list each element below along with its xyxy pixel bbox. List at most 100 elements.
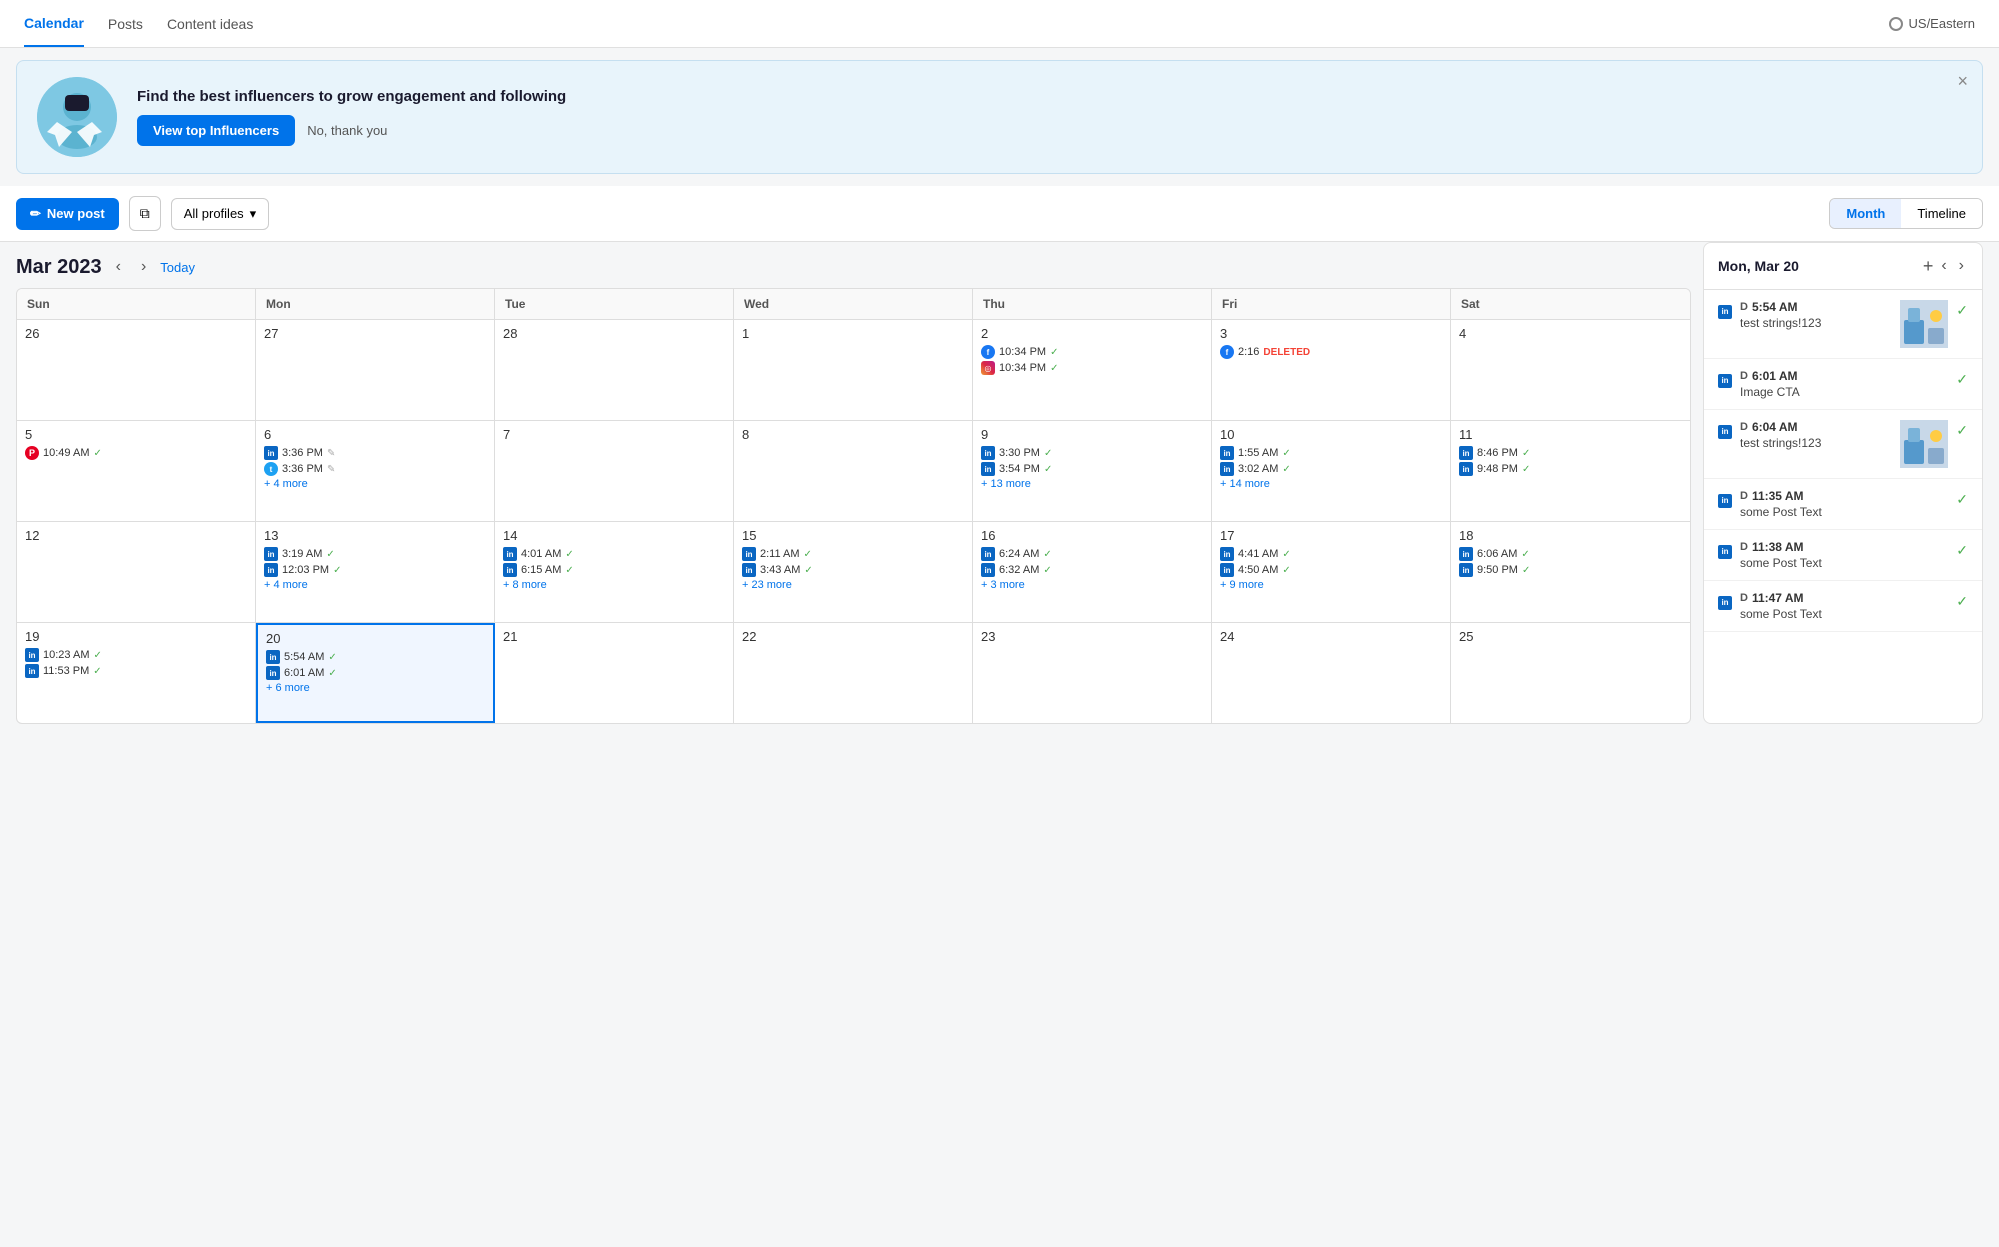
cal-cell-12[interactable]: 12 [17, 522, 256, 622]
event-19-1[interactable]: in 10:23 AM ✓ [25, 648, 247, 662]
more-link-14[interactable]: + 8 more [503, 579, 725, 591]
cal-cell-22[interactable]: 22 [734, 623, 973, 723]
more-link-16[interactable]: + 3 more [981, 579, 1203, 591]
event-6-2[interactable]: t 3:36 PM ✎ [264, 462, 486, 476]
cal-cell-24[interactable]: 24 [1212, 623, 1451, 723]
event-6-1[interactable]: in 3:36 PM ✎ [264, 446, 486, 460]
cal-cell-2[interactable]: 2 f 10:34 PM ✓ ◎ 10:34 PM ✓ [973, 320, 1212, 420]
next-day-button[interactable]: › [1955, 255, 1968, 277]
timeline-view-button[interactable]: Timeline [1901, 199, 1982, 228]
cal-cell-14[interactable]: 14 in 4:01 AM ✓ in 6:15 AM ✓ + 8 more [495, 522, 734, 622]
linkedin-icon: in [981, 446, 995, 460]
cal-cell-23[interactable]: 23 [973, 623, 1212, 723]
decline-button[interactable]: No, thank you [307, 123, 387, 138]
event-14-1[interactable]: in 4:01 AM ✓ [503, 547, 725, 561]
more-link-17[interactable]: + 9 more [1220, 579, 1442, 591]
edit-icon-2: ✎ [327, 464, 335, 475]
nav-posts[interactable]: Posts [108, 2, 143, 46]
add-post-button[interactable]: + [1923, 256, 1934, 277]
cal-cell-21[interactable]: 21 [495, 623, 734, 723]
cal-cell-19[interactable]: 19 in 10:23 AM ✓ in 11:53 PM ✓ [17, 623, 256, 723]
more-link-10[interactable]: + 14 more [1220, 478, 1442, 490]
copy-button[interactable]: ⧉ [129, 196, 161, 231]
event-5-1[interactable]: P 10:49 AM ✓ [25, 446, 247, 460]
profiles-dropdown[interactable]: All profiles ▾ [171, 198, 270, 230]
side-post-5[interactable]: in D 11:38 AM some Post Text ✓ [1704, 530, 1982, 581]
event-2-2[interactable]: ◎ 10:34 PM ✓ [981, 361, 1203, 375]
cal-cell-8[interactable]: 8 [734, 421, 973, 521]
cal-cell-25[interactable]: 25 [1451, 623, 1690, 723]
more-link-6[interactable]: + 4 more [264, 478, 486, 490]
linkedin-icon: in [981, 547, 995, 561]
post-thumbnail-3 [1900, 420, 1948, 468]
cal-cell-11[interactable]: 11 in 8:46 PM ✓ in 9:48 PM ✓ [1451, 421, 1690, 521]
cal-cell-20-today[interactable]: 20 in 5:54 AM ✓ in 6:01 AM ✓ + 6 more [256, 623, 495, 723]
event-9-1[interactable]: in 3:30 PM ✓ [981, 446, 1203, 460]
event-10-2[interactable]: in 3:02 AM ✓ [1220, 462, 1442, 476]
event-10-1[interactable]: in 1:55 AM ✓ [1220, 446, 1442, 460]
prev-day-button[interactable]: ‹ [1937, 255, 1950, 277]
cal-cell-7[interactable]: 7 [495, 421, 734, 521]
event-14-2[interactable]: in 6:15 AM ✓ [503, 563, 725, 577]
day-name-mon: Mon [256, 289, 495, 319]
event-20-2[interactable]: in 6:01 AM ✓ [266, 666, 485, 680]
event-13-1[interactable]: in 3:19 AM ✓ [264, 547, 486, 561]
banner-close-button[interactable]: × [1957, 71, 1968, 92]
event-2-1[interactable]: f 10:34 PM ✓ [981, 345, 1203, 359]
side-post-4[interactable]: in D 11:35 AM some Post Text ✓ [1704, 479, 1982, 530]
event-18-2[interactable]: in 9:50 PM ✓ [1459, 563, 1682, 577]
cal-cell-3[interactable]: 3 f 2:16 DELETED [1212, 320, 1451, 420]
side-post-3[interactable]: in D 6:04 AM test strings!123 ✓ [1704, 410, 1982, 479]
month-view-button[interactable]: Month [1830, 199, 1901, 228]
event-11-1[interactable]: in 8:46 PM ✓ [1459, 446, 1682, 460]
event-20-1[interactable]: in 5:54 AM ✓ [266, 650, 485, 664]
side-post-6[interactable]: in D 11:47 AM some Post Text ✓ [1704, 581, 1982, 632]
linkedin-icon: in [1718, 593, 1732, 610]
cal-cell-1[interactable]: 1 [734, 320, 973, 420]
day-name-sat: Sat [1451, 289, 1690, 319]
cal-cell-6[interactable]: 6 in 3:36 PM ✎ t 3:36 PM ✎ + 4 more [256, 421, 495, 521]
cal-cell-15[interactable]: 15 in 2:11 AM ✓ in 3:43 AM ✓ + 23 more [734, 522, 973, 622]
calendar-week-4: 19 in 10:23 AM ✓ in 11:53 PM ✓ 20 [17, 623, 1690, 723]
cal-cell-10[interactable]: 10 in 1:55 AM ✓ in 3:02 AM ✓ + 14 more [1212, 421, 1451, 521]
event-19-2[interactable]: in 11:53 PM ✓ [25, 664, 247, 678]
nav-calendar[interactable]: Calendar [24, 1, 84, 47]
cal-cell-4[interactable]: 4 [1451, 320, 1690, 420]
event-16-1[interactable]: in 6:24 AM ✓ [981, 547, 1203, 561]
event-3-1[interactable]: f 2:16 DELETED [1220, 345, 1442, 359]
more-link-15[interactable]: + 23 more [742, 579, 964, 591]
today-button[interactable]: Today [160, 260, 195, 275]
side-post-2[interactable]: in D 6:01 AM Image CTA ✓ [1704, 359, 1982, 410]
calendar-week-2: 5 P 10:49 AM ✓ 6 in 3:36 PM ✎ t [17, 421, 1690, 522]
check-icon: ✓ [1956, 422, 1968, 439]
cal-cell-5[interactable]: 5 P 10:49 AM ✓ [17, 421, 256, 521]
more-link-20[interactable]: + 6 more [266, 682, 485, 694]
event-13-2[interactable]: in 12:03 PM ✓ [264, 563, 486, 577]
cal-cell-28[interactable]: 28 [495, 320, 734, 420]
event-11-2[interactable]: in 9:48 PM ✓ [1459, 462, 1682, 476]
facebook-icon: f [1220, 345, 1234, 359]
cal-cell-17[interactable]: 17 in 4:41 AM ✓ in 4:50 AM ✓ + 9 more [1212, 522, 1451, 622]
new-post-button[interactable]: ✏ New post [16, 198, 119, 230]
event-17-2[interactable]: in 4:50 AM ✓ [1220, 563, 1442, 577]
cal-cell-16[interactable]: 16 in 6:24 AM ✓ in 6:32 AM ✓ + 3 more [973, 522, 1212, 622]
next-month-button[interactable]: › [135, 254, 152, 280]
event-15-1[interactable]: in 2:11 AM ✓ [742, 547, 964, 561]
event-16-2[interactable]: in 6:32 AM ✓ [981, 563, 1203, 577]
nav-content-ideas[interactable]: Content ideas [167, 2, 253, 46]
event-17-1[interactable]: in 4:41 AM ✓ [1220, 547, 1442, 561]
side-post-1[interactable]: in D 5:54 AM test strings!123 ✓ [1704, 290, 1982, 359]
more-link-9[interactable]: + 13 more [981, 478, 1203, 490]
view-influencers-button[interactable]: View top Influencers [137, 115, 295, 146]
linkedin-icon: in [264, 547, 278, 561]
event-9-2[interactable]: in 3:54 PM ✓ [981, 462, 1203, 476]
prev-month-button[interactable]: ‹ [110, 254, 127, 280]
cal-cell-9[interactable]: 9 in 3:30 PM ✓ in 3:54 PM ✓ + 13 more [973, 421, 1212, 521]
cal-cell-27[interactable]: 27 [256, 320, 495, 420]
event-18-1[interactable]: in 6:06 AM ✓ [1459, 547, 1682, 561]
event-15-2[interactable]: in 3:43 AM ✓ [742, 563, 964, 577]
cal-cell-18[interactable]: 18 in 6:06 AM ✓ in 9:50 PM ✓ [1451, 522, 1690, 622]
cal-cell-13[interactable]: 13 in 3:19 AM ✓ in 12:03 PM ✓ + 4 more [256, 522, 495, 622]
cal-cell-26[interactable]: 26 [17, 320, 256, 420]
more-link-13[interactable]: + 4 more [264, 579, 486, 591]
